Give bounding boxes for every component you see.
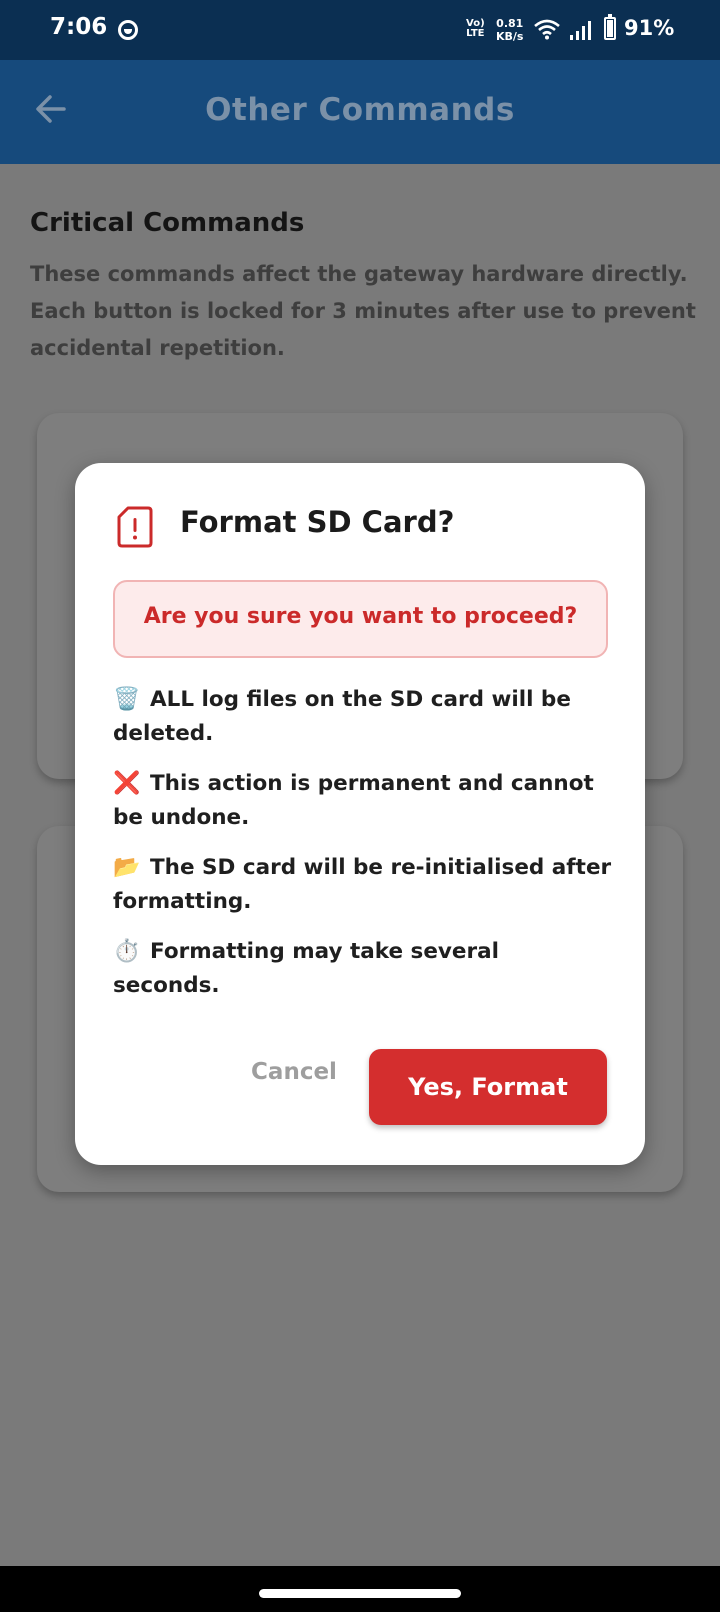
confirm-format-button[interactable]: Yes, Format	[369, 1049, 607, 1125]
cancel-button[interactable]: Cancel	[220, 1047, 368, 1097]
stopwatch-icon: ⏱️	[113, 939, 141, 964]
list-item: 📂 The SD card will be re-initialised afte…	[113, 851, 613, 919]
list-item: ❌ This action is permanent and cannot be …	[113, 767, 613, 835]
section-description: These commands affect the gateway hardwa…	[30, 262, 696, 360]
dialog-title: Format SD Card?	[180, 505, 455, 539]
sd-card-warning-icon	[117, 506, 153, 548]
consequence-list: 🗑️ ALL log files on the SD card will be d…	[113, 683, 613, 1019]
signal-icon	[570, 21, 591, 40]
list-item-text: This action is permanent and cannot be u…	[113, 771, 594, 830]
list-item-text: Formatting may take several seconds.	[113, 939, 499, 998]
list-item-text: ALL log files on the SD card will be del…	[113, 687, 571, 746]
list-item-text: The SD card will be re-initialised after…	[113, 855, 612, 914]
home-gesture-handle[interactable]	[259, 1589, 461, 1598]
list-item: 🗑️ ALL log files on the SD card will be d…	[113, 683, 613, 751]
section-title: Critical Commands	[30, 208, 305, 238]
status-bar: 7:06 Vo) LTE 0.81 KB/s 91%	[0, 0, 720, 60]
network-speed: 0.81 KB/s	[496, 17, 524, 43]
page-title: Other Commands	[205, 92, 515, 128]
wifi-icon	[534, 19, 560, 40]
battery-percent: 91%	[624, 16, 675, 40]
cross-icon: ❌	[113, 771, 141, 796]
warning-banner: Are you sure you want to proceed?	[113, 580, 608, 658]
warning-text: Are you sure you want to proceed?	[143, 604, 578, 629]
status-time: 7:06	[50, 14, 108, 40]
volte-indicator: Vo) LTE	[466, 18, 485, 39]
battery-icon	[604, 14, 616, 40]
format-sd-dialog: Format SD Card? Are you sure you want to…	[75, 463, 645, 1165]
folder-icon: 📂	[113, 855, 141, 880]
trash-icon: 🗑️	[113, 687, 141, 712]
list-item: ⏱️ Formatting may take several seconds.	[113, 935, 613, 1003]
notification-icon	[118, 20, 138, 40]
